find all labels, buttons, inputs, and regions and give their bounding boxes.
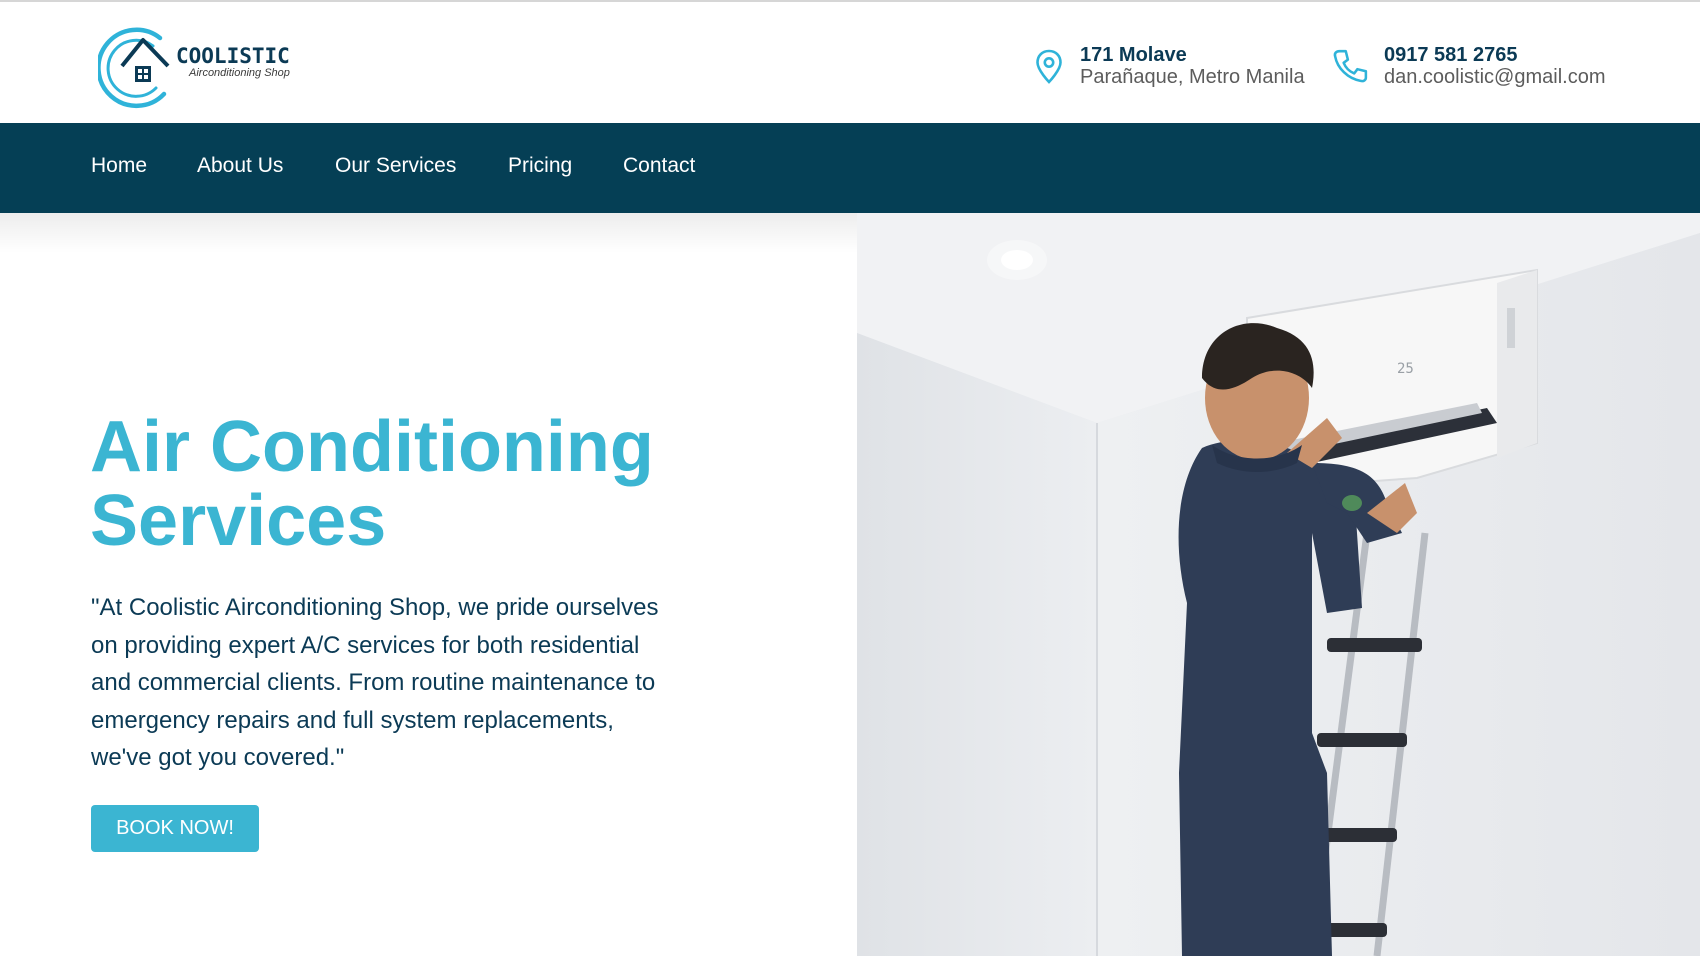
phone-number[interactable]: 0917 581 2765 (1384, 44, 1606, 66)
main-nav: Home About Us Our Services Pricing Conta… (0, 123, 1700, 213)
nav-item-contact[interactable]: Contact (623, 154, 695, 178)
brand-tagline: Airconditioning Shop (189, 67, 290, 79)
hero-title-line-1: Air Conditioning (90, 407, 654, 487)
site-header: COOLISTIC Airconditioning Shop 171 Molav… (0, 2, 1700, 123)
map-pin-icon (1036, 49, 1062, 84)
logo-mark-icon (98, 27, 170, 109)
nav-item-home[interactable]: Home (91, 154, 147, 178)
book-now-button[interactable]: BOOK NOW! (91, 805, 259, 852)
hero-description: "At Coolistic Airconditioning Shop, we p… (91, 594, 659, 771)
phone-icon (1333, 49, 1368, 83)
address-line-2: Parañaque, Metro Manila (1080, 66, 1305, 88)
nav-item-about-us[interactable]: About Us (197, 154, 283, 178)
hero-photo-technician: 25 (857, 213, 1700, 956)
hero-title: Air Conditioning Services (90, 410, 790, 558)
address-line-1: 171 Molave (1080, 44, 1187, 66)
email-address[interactable]: dan.coolistic@gmail.com (1384, 66, 1606, 88)
nav-item-our-services[interactable]: Our Services (335, 154, 456, 178)
phone-email-block: 0917 581 2765 dan.coolistic@gmail.com (1332, 44, 1606, 88)
hero-shadow (0, 213, 857, 253)
address-block: 171 Molave Parañaque, Metro Manila (1034, 44, 1305, 88)
technician-illustration: 25 (857, 213, 1700, 956)
nav-item-pricing[interactable]: Pricing (508, 154, 572, 178)
brand-logo[interactable]: COOLISTIC Airconditioning Shop (98, 24, 308, 110)
ac-display-readout: 25 (1397, 361, 1414, 377)
hero-title-line-2: Services (90, 481, 387, 561)
brand-name: COOLISTIC (176, 44, 290, 68)
